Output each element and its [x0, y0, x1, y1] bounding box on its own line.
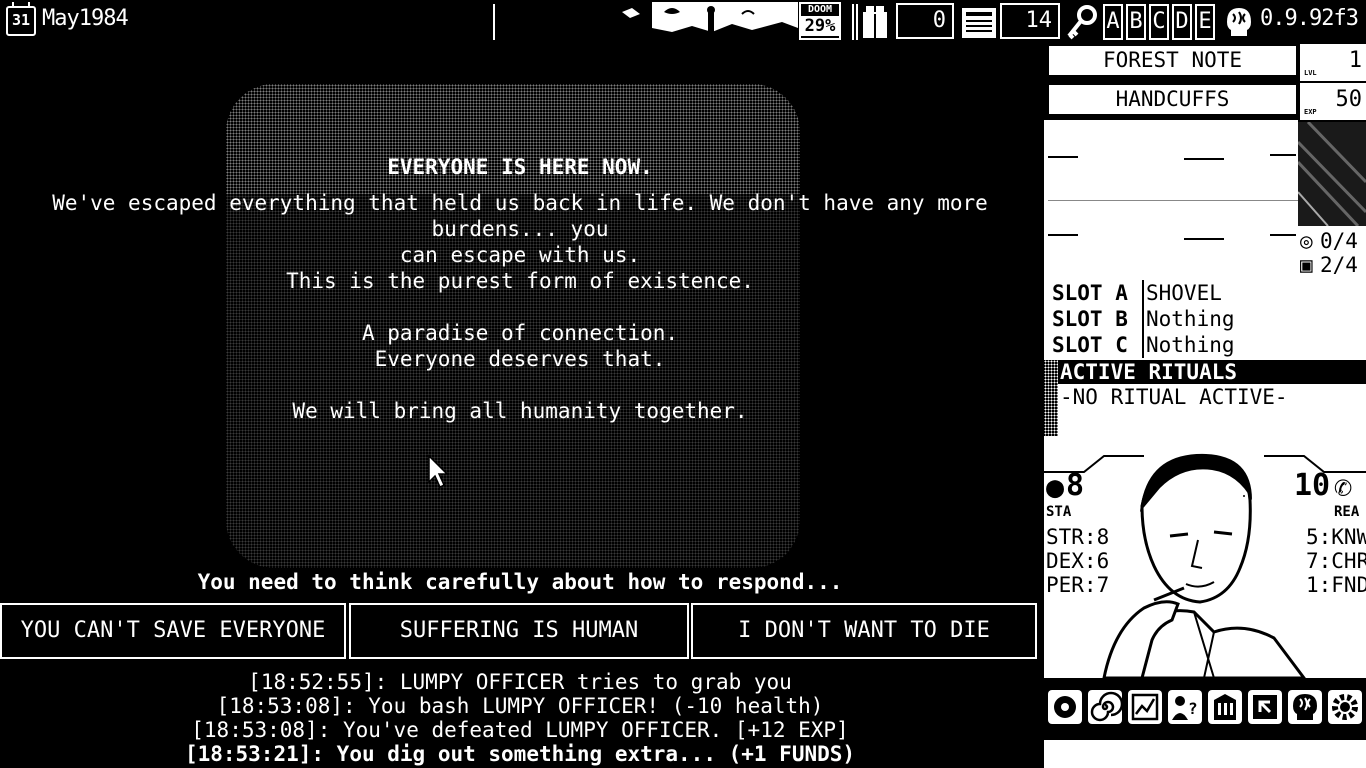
slot-value: Nothing: [1142, 332, 1235, 358]
spiral-icon: ◎: [1300, 229, 1313, 253]
top-bar: 31 May1984 DOOM 29% 0 14 A B C D E 0.9.9…: [0, 0, 1366, 44]
gear-alt-icon[interactable]: [1048, 690, 1082, 724]
dialogue-line: We've escaped everything that held us ba…: [52, 191, 988, 241]
ammo-icon: [960, 4, 998, 40]
key-slot-a[interactable]: A: [1103, 4, 1123, 40]
slot-c[interactable]: SLOT C Nothing: [1052, 332, 1362, 358]
slot-value: SHOVEL: [1142, 280, 1222, 306]
choice-button-3[interactable]: I DON'T WANT TO DIE: [691, 603, 1037, 659]
calendar-icon: 31: [6, 2, 36, 36]
level-value: 1: [1348, 48, 1362, 73]
ammo-counter: 14: [1000, 3, 1060, 39]
exp-box: EXP 50: [1300, 83, 1366, 120]
slot-b[interactable]: SLOT B Nothing: [1052, 306, 1362, 332]
building-icon[interactable]: [1208, 690, 1242, 724]
funds-icon: [860, 4, 890, 40]
location-scene-image: [592, 2, 798, 40]
event-log: [18:52:55]: LUMPY OFFICER tries to grab …: [0, 670, 1040, 766]
dialogue-line: [4, 372, 1036, 398]
key-slot-d[interactable]: D: [1172, 4, 1192, 40]
fnd-stat: 1:FND: [1306, 573, 1366, 597]
key-icon: [1065, 4, 1099, 40]
dialogue-line: [4, 294, 1036, 320]
reason-icon: ✆: [1334, 470, 1353, 505]
spiral-count: 0/4: [1320, 229, 1358, 253]
briefcase-icon: ▣: [1300, 253, 1313, 277]
key-slot-c[interactable]: C: [1149, 4, 1169, 40]
stamina-value: 8: [1066, 468, 1085, 503]
rituals-status: -NO RITUAL ACTIVE-: [1058, 384, 1366, 436]
status-strip: [1044, 740, 1366, 768]
settings-icon[interactable]: [1328, 690, 1362, 724]
character-portrait: ● 8 STA 10 ✆ REA STR:8 DEX:6 PER:7 5:KNW…: [1044, 436, 1366, 678]
dialogue-line: We will bring all humanity together.: [292, 399, 748, 423]
exp-value: 50: [1335, 87, 1363, 112]
doom-label: DOOM: [807, 4, 833, 15]
inventory-item-forest-note[interactable]: FOREST NOTE: [1047, 44, 1298, 77]
doom-meter[interactable]: DOOM 29%: [799, 2, 841, 40]
current-date: May1984: [42, 6, 129, 31]
key-slot-e[interactable]: E: [1195, 4, 1215, 40]
exp-label: EXP: [1304, 108, 1317, 116]
choice-button-1[interactable]: YOU CAN'T SAVE EVERYONE: [0, 603, 346, 659]
stamina-icon: ●: [1046, 470, 1065, 505]
rituals-border: [1044, 360, 1058, 436]
doom-value: 29%: [801, 16, 839, 36]
dex-stat: DEX:6: [1046, 549, 1110, 573]
reason-value: 10: [1294, 468, 1331, 503]
divider: [493, 4, 495, 40]
per-stat: PER:7: [1046, 573, 1110, 597]
dialogue-text: EVERYONE IS HERE NOW. We've escaped ever…: [4, 154, 1036, 424]
exit-icon[interactable]: [1248, 690, 1282, 724]
log-entry: [18:52:55]: LUMPY OFFICER tries to grab …: [248, 670, 792, 694]
dialogue-line: A paradise of connection.: [361, 321, 679, 345]
log-entry: [18:53:08]: You bash LUMPY OFFICER! (-10…: [216, 694, 824, 718]
knw-stat: 5:KNW: [1306, 525, 1366, 549]
case-count: 2/4: [1320, 253, 1358, 277]
brain-icon[interactable]: [1288, 690, 1322, 724]
svg-text:?: ?: [1188, 699, 1198, 718]
dialogue-title: EVERYONE IS HERE NOW.: [387, 155, 653, 179]
slot-label: SLOT C: [1052, 333, 1128, 357]
log-entry: [18:53:21]: You dig out something extra.…: [184, 742, 856, 766]
spiral-icon[interactable]: [1088, 690, 1124, 724]
bars-icon: [852, 4, 860, 40]
inventory-item-handcuffs[interactable]: HANDCUFFS: [1047, 83, 1298, 116]
version-label: 0.9.92f3: [1260, 6, 1359, 31]
brain-icon: [1221, 4, 1257, 40]
chart-icon[interactable]: [1128, 690, 1162, 724]
stamina-label: STA: [1046, 504, 1072, 520]
response-prompt: You need to think carefully about how to…: [197, 570, 843, 594]
str-stat: STR:8: [1046, 525, 1110, 549]
log-entry: [18:53:08]: You've defeated LUMPY OFFICE…: [191, 718, 849, 742]
level-box: LVL 1: [1300, 44, 1366, 81]
reason-label: REA: [1334, 504, 1360, 520]
slot-a[interactable]: SLOT A SHOVEL: [1052, 280, 1362, 306]
mini-stats: ◎ 0/4 ▣ 2/4: [1298, 226, 1366, 280]
dialogue-line: This is the purest form of existence.: [286, 269, 754, 293]
slot-label: SLOT A: [1052, 281, 1128, 305]
empty-inventory-slots[interactable]: [1044, 120, 1298, 280]
funds-counter: 0: [896, 3, 954, 39]
level-label: LVL: [1304, 69, 1317, 77]
mouse-cursor-icon: [427, 454, 451, 490]
dialogue-line: can escape with us.: [399, 243, 641, 267]
equipment-slots: SLOT A SHOVEL SLOT B Nothing SLOT C Nothing: [1044, 280, 1366, 360]
menu-icon-bar: ?: [1044, 680, 1366, 730]
key-slot-b[interactable]: B: [1126, 4, 1146, 40]
rituals-title: ACTIVE RITUALS: [1058, 360, 1366, 384]
location-thumbnail: [1298, 122, 1366, 226]
slot-label: SLOT B: [1052, 307, 1128, 331]
chr-stat: 7:CHR: [1306, 549, 1366, 573]
slot-value: Nothing: [1142, 306, 1235, 332]
people-icon[interactable]: ?: [1168, 690, 1202, 724]
dialogue-line: Everyone deserves that.: [374, 347, 666, 371]
choice-button-2[interactable]: SUFFERING IS HUMAN: [349, 603, 689, 659]
